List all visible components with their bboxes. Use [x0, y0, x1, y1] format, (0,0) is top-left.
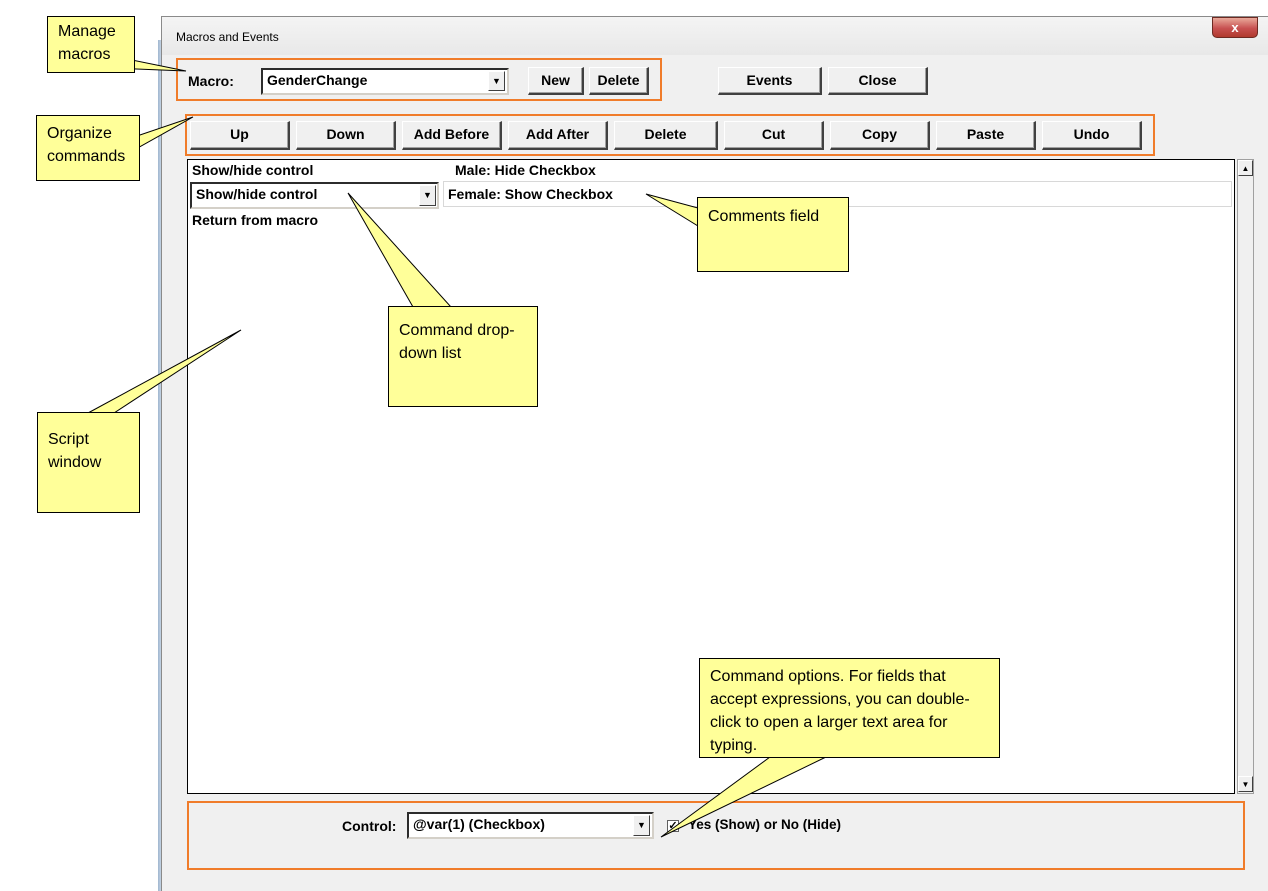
- comments-field-pointer: [645, 193, 699, 227]
- callout-command-options: Command options. For fields that accept …: [699, 658, 1000, 758]
- script-window-pointer: [87, 329, 242, 414]
- callout-manage-macros: Manage macros: [47, 16, 135, 73]
- callout-comments-field: Comments field: [697, 197, 849, 272]
- command-dropdown-pointer: [347, 192, 453, 308]
- callout-script-window: Script window: [37, 412, 140, 513]
- callout-command-dropdown: Command drop-down list: [388, 306, 538, 407]
- callout-organize-commands: Organize commands: [36, 115, 140, 181]
- command-options-pointer: [660, 756, 827, 838]
- organize-commands-pointer: [133, 116, 194, 151]
- callout-pointers: [87, 55, 827, 838]
